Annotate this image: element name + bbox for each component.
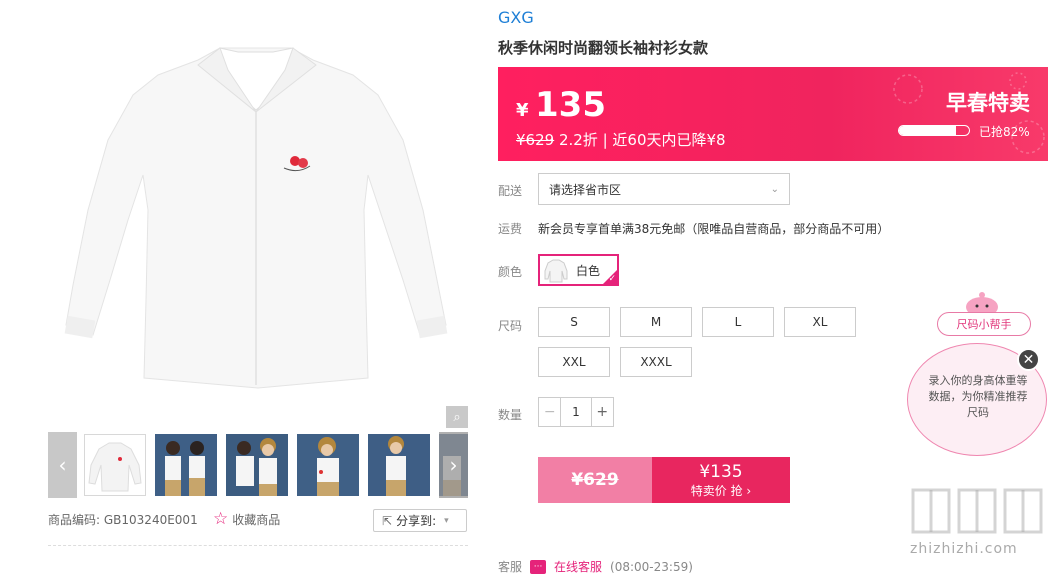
- size-option-xl[interactable]: XL: [784, 307, 856, 337]
- thumbnail-5[interactable]: [368, 434, 430, 496]
- chevron-down-icon: ⌄: [770, 183, 779, 195]
- zoom-icon[interactable]: ⌕: [446, 406, 468, 428]
- size-option-m[interactable]: M: [620, 307, 692, 337]
- close-icon[interactable]: ✕: [1017, 348, 1040, 371]
- original-price-row: ¥629 2.2折 | 近60天内已降¥8: [516, 131, 726, 149]
- sold-percent: 已抢82%: [979, 125, 1030, 139]
- thumbnail-4[interactable]: [297, 434, 359, 496]
- share-icon: ⇱: [382, 513, 393, 528]
- delivery-label: 配送: [498, 184, 523, 198]
- favorite-button[interactable]: ☆ 收藏商品: [213, 509, 280, 529]
- thumbnail-2[interactable]: [155, 434, 217, 496]
- star-icon: ☆: [213, 509, 229, 529]
- next-arrow-icon[interactable]: ›: [439, 432, 468, 498]
- checkmark-icon: ✓: [608, 274, 616, 284]
- main-product-image[interactable]: [48, 0, 468, 425]
- thumbnail-strip: ‹ ›: [48, 432, 468, 498]
- size-option-xxl[interactable]: XXL: [538, 347, 610, 377]
- brand-link[interactable]: GXG: [498, 8, 534, 27]
- shirt-thumbnail-icon: [544, 259, 568, 283]
- quantity-stepper: − 1 +: [538, 397, 614, 427]
- shipping-label: 运费: [498, 222, 523, 236]
- sold-progress-fill: [899, 126, 957, 135]
- watermark-text: zhizhizhi.com: [910, 541, 1018, 557]
- buy-button[interactable]: ¥629 ¥135 特卖价 抢 ›: [538, 457, 790, 503]
- product-code: 商品编码: GB103240E001: [48, 513, 198, 527]
- size-helper-text: 录入你的身高体重等数据，为你精准推荐尺码: [928, 374, 1028, 419]
- prev-arrow-icon[interactable]: ‹: [48, 432, 77, 498]
- size-label: 尺码: [498, 319, 523, 333]
- sold-progress-bar: [898, 125, 970, 136]
- size-option-l[interactable]: L: [702, 307, 774, 337]
- thumbnail-3[interactable]: [226, 434, 288, 496]
- size-option-s[interactable]: S: [538, 307, 610, 337]
- product-title: 秋季休闲时尚翻领长袖衬衫女款: [498, 39, 709, 57]
- thumbnail-1[interactable]: [84, 434, 146, 496]
- color-option-white[interactable]: 白色 ✓: [538, 254, 619, 286]
- buy-sale-price: ¥135 特卖价 抢 ›: [652, 457, 790, 503]
- region-select[interactable]: 请选择省市区 ⌄: [538, 173, 790, 205]
- buy-original-price: ¥629: [538, 457, 652, 503]
- size-option-xxxl[interactable]: XXXL: [620, 347, 692, 377]
- quantity-plus-button[interactable]: +: [590, 398, 613, 426]
- divider: [48, 545, 468, 546]
- chevron-down-icon: ▾: [444, 515, 449, 526]
- currency-symbol: ¥: [516, 100, 529, 121]
- size-helper-button[interactable]: 尺码小帮手: [937, 312, 1031, 336]
- shipping-text: 新会员专享首单满38元免邮（限唯品自营商品，部分商品不可用）: [538, 222, 890, 236]
- price-banner: ¥ 135 ¥629 2.2折 | 近60天内已降¥8 早春特卖 已抢82%: [498, 67, 1048, 161]
- color-label: 颜色: [498, 265, 523, 279]
- share-button[interactable]: ⇱ 分享到: ▾: [373, 509, 467, 532]
- sale-price: 135: [535, 85, 606, 125]
- quantity-label: 数量: [498, 408, 523, 422]
- promo-title: 早春特卖: [946, 91, 1030, 115]
- quantity-minus-button[interactable]: −: [539, 398, 562, 426]
- quantity-value[interactable]: 1: [561, 398, 590, 426]
